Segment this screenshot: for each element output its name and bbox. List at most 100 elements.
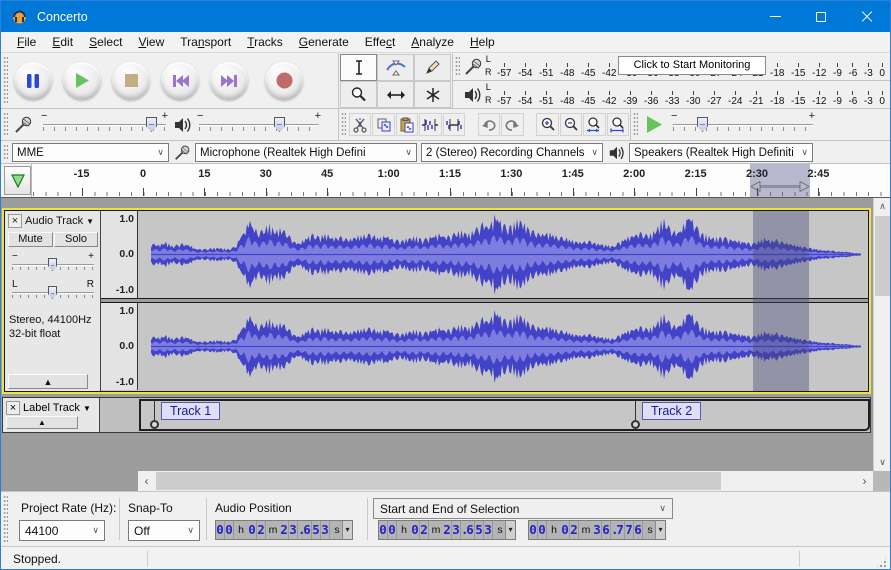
scroll-up-button[interactable]: ∧ — [874, 198, 891, 215]
trim-audio-button[interactable] — [419, 113, 441, 136]
collapse-track-button[interactable]: ▲ — [6, 416, 78, 429]
playback-meter-toolbar[interactable]: LR -57-54-51-48-45-42-39-36-33-30-27-24-… — [453, 81, 891, 109]
chevron-down-icon[interactable]: ▾ — [655, 521, 665, 539]
audio-host-select[interactable]: MME ∨ — [12, 143, 169, 162]
vertical-scrollbar[interactable]: ∧ ∨ — [873, 198, 890, 471]
solo-button[interactable]: Solo — [54, 232, 98, 247]
draw-tool-button[interactable] — [414, 54, 451, 81]
toolbar-grip[interactable] — [455, 56, 460, 77]
menu-view[interactable]: View — [130, 33, 172, 51]
chevron-down-icon[interactable]: ▾ — [505, 521, 515, 539]
collapse-track-button[interactable]: ▲ — [8, 374, 88, 389]
audio-position-display[interactable]: 00h02m23.653s▾ — [215, 520, 353, 540]
menu-edit[interactable]: Edit — [44, 33, 81, 51]
label-clip-region[interactable]: Track 1 Track 2 — [139, 399, 870, 431]
close-track-button[interactable]: × — [6, 401, 20, 415]
cut-button[interactable] — [349, 113, 371, 136]
vertical-scale-ruler[interactable]: 1.0 0.0 -1.0 — [101, 303, 138, 390]
title-bar[interactable]: Concerto — [1, 1, 890, 32]
recording-meter-toolbar[interactable]: LR -57-54-51-48-45-42-39-36-33-30-27-24-… — [453, 53, 891, 81]
redo-button[interactable] — [501, 113, 523, 136]
scroll-down-button[interactable]: ∨ — [874, 454, 891, 471]
playback-device-value: Speakers (Realtek High Definiti — [634, 147, 794, 159]
multi-tool-button[interactable] — [414, 81, 451, 108]
zoom-tool-icon — [350, 86, 367, 103]
selection-tool-button[interactable] — [340, 54, 377, 81]
timeline-pin-button[interactable] — [4, 166, 31, 195]
toolbar-grip[interactable] — [3, 495, 8, 543]
menu-generate[interactable]: Generate — [291, 33, 357, 51]
copy-button[interactable] — [372, 113, 394, 136]
speaker-icon — [608, 144, 626, 162]
selection-mode-select[interactable]: Start and End of Selection ∨ — [373, 498, 673, 519]
toolbar-grip[interactable] — [341, 112, 346, 137]
recording-device-select[interactable]: Microphone (Realtek High Defini ∨ — [195, 143, 417, 162]
menu-effect[interactable]: Effect — [357, 33, 403, 51]
close-button[interactable] — [844, 1, 890, 32]
scroll-right-button[interactable]: › — [856, 471, 873, 491]
playback-volume-slider[interactable]: − + — [199, 114, 319, 136]
horizontal-scrollbar[interactable]: ‹ › — [138, 471, 873, 491]
menu-tracks[interactable]: Tracks — [239, 33, 291, 51]
label-text-box[interactable]: Track 2 — [642, 402, 701, 420]
timeshift-tool-button[interactable] — [377, 81, 414, 108]
maximize-button[interactable] — [798, 1, 844, 32]
record-button[interactable] — [265, 62, 303, 100]
resize-grip[interactable] — [875, 556, 888, 569]
track-title-menu[interactable]: Label Track ▼ — [23, 402, 91, 414]
selection-end-display[interactable]: 00h02m36.776s▾ — [528, 520, 666, 540]
horizontal-scroll-thumb[interactable] — [156, 472, 721, 490]
stop-button[interactable] — [112, 62, 150, 100]
label-handle[interactable] — [631, 420, 640, 429]
audio-track[interactable]: × Audio Track ▼ Mute Solo − + L R — [4, 210, 869, 392]
toolbar-grip[interactable] — [3, 144, 8, 160]
track-canvas[interactable]: × Audio Track ▼ Mute Solo − + L R — [1, 198, 890, 471]
mute-button[interactable]: Mute — [8, 232, 53, 247]
gain-slider[interactable]: − + — [12, 255, 94, 275]
time-ruler[interactable]: -1501530451:001:151:301:452:002:152:302:… — [31, 164, 890, 197]
vertical-scale-ruler[interactable]: 1.0 0.0 -1.0 — [101, 211, 138, 298]
label-track[interactable]: × Label Track ▼ ▲ Track 1 Track 2 — [2, 397, 871, 433]
recording-channels-select[interactable]: 2 (Stereo) Recording Channels ∨ — [421, 143, 603, 162]
zoom-out-button[interactable] — [560, 113, 582, 136]
menu-transport[interactable]: Transport — [172, 33, 239, 51]
zoom-in-button[interactable] — [536, 113, 558, 136]
toolbar-grip[interactable] — [3, 56, 8, 105]
label-text-box[interactable]: Track 1 — [161, 402, 220, 420]
skip-to-end-button[interactable] — [210, 62, 248, 100]
timeline-ruler[interactable]: -1501530451:001:151:301:452:002:152:302:… — [1, 164, 890, 198]
zoom-tool-button[interactable] — [340, 81, 377, 108]
undo-button[interactable] — [478, 113, 500, 136]
recording-volume-slider[interactable]: − + — [43, 114, 166, 136]
close-track-button[interactable]: × — [8, 214, 22, 228]
label-handle[interactable] — [150, 420, 159, 429]
playback-device-select[interactable]: Speakers (Realtek High Definiti ∨ — [629, 143, 813, 162]
menu-analyze[interactable]: Analyze — [403, 33, 462, 51]
pause-button[interactable] — [14, 62, 52, 100]
fit-selection-button[interactable] — [583, 113, 605, 136]
vertical-scroll-thumb[interactable] — [875, 216, 890, 296]
track-title-menu[interactable]: Audio Track ▼ — [25, 215, 94, 227]
silence-audio-button[interactable] — [443, 113, 465, 136]
skip-to-start-button[interactable] — [161, 62, 199, 100]
selection-drag-arrows-icon[interactable] — [751, 181, 809, 192]
scroll-left-button[interactable]: ‹ — [138, 471, 155, 491]
pan-slider[interactable]: L R — [12, 283, 94, 303]
chevron-down-icon[interactable]: ▾ — [342, 521, 352, 539]
envelope-tool-button[interactable] — [377, 54, 414, 81]
waveform-selection-region[interactable] — [753, 211, 809, 391]
menu-file[interactable]: File — [9, 33, 44, 51]
play-speed-slider[interactable]: − + — [673, 114, 813, 136]
snap-to-select[interactable]: Off ∨ — [128, 520, 200, 541]
menu-select[interactable]: Select — [81, 33, 130, 51]
selection-start-display[interactable]: 00h02m23.653s▾ — [378, 520, 516, 540]
menu-help[interactable]: Help — [462, 33, 503, 51]
minimize-button[interactable] — [752, 1, 798, 32]
play-button[interactable] — [63, 62, 101, 100]
toolbar-grip[interactable] — [633, 112, 638, 137]
paste-button[interactable] — [396, 113, 418, 136]
play-at-speed-icon[interactable] — [645, 115, 663, 134]
toolbar-grip[interactable] — [3, 112, 8, 137]
project-rate-select[interactable]: 44100 ∨ — [19, 520, 105, 541]
fit-project-button[interactable] — [607, 113, 629, 136]
